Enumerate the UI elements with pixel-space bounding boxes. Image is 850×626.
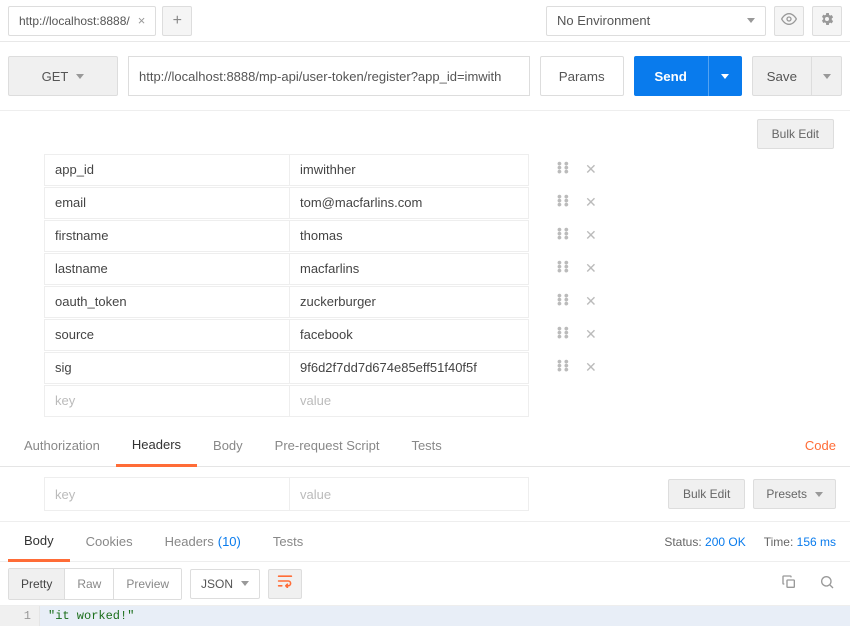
- chevron-down-icon: [241, 581, 249, 586]
- param-row: •••••• ✕: [44, 285, 842, 318]
- param-row: •••••• ✕: [44, 318, 842, 351]
- tab-body[interactable]: Body: [197, 425, 259, 467]
- drag-handle-icon[interactable]: ••••••: [557, 227, 567, 244]
- tab-tests[interactable]: Tests: [395, 425, 457, 467]
- format-select[interactable]: JSON: [190, 569, 260, 599]
- presets-label: Presets: [766, 487, 807, 501]
- tab-headers[interactable]: Headers: [116, 425, 197, 467]
- param-value-input[interactable]: [289, 220, 529, 252]
- params-button[interactable]: Params: [540, 56, 624, 96]
- delete-icon[interactable]: ✕: [585, 227, 597, 244]
- response-body: 1 "it worked!": [0, 606, 850, 626]
- drag-handle-icon[interactable]: ••••••: [557, 260, 567, 277]
- chevron-down-icon: [721, 74, 729, 79]
- param-value-input[interactable]: [289, 352, 529, 384]
- copy-icon: [781, 574, 797, 593]
- request-tab[interactable]: http://localhost:8888/ ×: [8, 6, 156, 36]
- response-tab-cookies[interactable]: Cookies: [70, 522, 149, 562]
- param-key-input[interactable]: [44, 154, 289, 186]
- header-key-input[interactable]: [44, 477, 289, 511]
- param-row: •••••• ✕: [44, 252, 842, 285]
- search-icon: [819, 574, 835, 593]
- add-tab-button[interactable]: +: [162, 6, 192, 36]
- response-tab-body[interactable]: Body: [8, 522, 70, 562]
- request-tab-title: http://localhost:8888/: [19, 14, 130, 28]
- presets-button[interactable]: Presets: [753, 479, 836, 509]
- url-input[interactable]: [128, 56, 530, 96]
- param-key-input[interactable]: [44, 319, 289, 351]
- param-key-input[interactable]: [44, 352, 289, 384]
- method-select[interactable]: GET: [8, 56, 118, 96]
- drag-handle-icon[interactable]: ••••••: [557, 161, 567, 178]
- time-container: Time: 156 ms: [764, 535, 836, 549]
- param-value-input-new[interactable]: [289, 385, 529, 417]
- line-number: 1: [0, 606, 40, 626]
- wrap-lines-button[interactable]: [268, 569, 302, 599]
- status-container: Status: 200 OK: [664, 535, 745, 549]
- param-value-input[interactable]: [289, 154, 529, 186]
- chevron-down-icon: [815, 492, 823, 497]
- response-content: "it worked!": [40, 606, 850, 626]
- time-label: Time:: [764, 535, 794, 549]
- send-button[interactable]: Send: [634, 56, 708, 96]
- param-value-input[interactable]: [289, 319, 529, 351]
- wrap-icon: [277, 574, 293, 593]
- param-row: •••••• ✕: [44, 219, 842, 252]
- environment-label: No Environment: [557, 13, 650, 28]
- send-dropdown-button[interactable]: [708, 56, 742, 96]
- status-value: 200 OK: [705, 535, 746, 549]
- param-key-input[interactable]: [44, 253, 289, 285]
- view-pretty-button[interactable]: Pretty: [9, 569, 64, 599]
- delete-icon[interactable]: ✕: [585, 260, 597, 277]
- delete-icon[interactable]: ✕: [585, 194, 597, 211]
- param-key-input-new[interactable]: [44, 385, 289, 417]
- environment-preview-button[interactable]: [774, 6, 804, 36]
- close-icon[interactable]: ×: [138, 13, 146, 28]
- view-raw-button[interactable]: Raw: [64, 569, 113, 599]
- format-label: JSON: [201, 577, 233, 591]
- delete-icon[interactable]: ✕: [585, 326, 597, 343]
- gear-icon: [819, 11, 835, 30]
- param-value-input[interactable]: [289, 187, 529, 219]
- environment-select[interactable]: No Environment: [546, 6, 766, 36]
- response-headers-label: Headers: [165, 534, 214, 549]
- settings-button[interactable]: [812, 6, 842, 36]
- copy-button[interactable]: [774, 569, 804, 599]
- drag-handle-icon[interactable]: ••••••: [557, 359, 567, 376]
- response-tab-headers[interactable]: Headers (10): [149, 522, 257, 562]
- param-key-input[interactable]: [44, 187, 289, 219]
- save-dropdown-button[interactable]: [812, 56, 842, 96]
- view-preview-button[interactable]: Preview: [113, 569, 181, 599]
- param-key-input[interactable]: [44, 286, 289, 318]
- param-value-input[interactable]: [289, 286, 529, 318]
- param-value-input[interactable]: [289, 253, 529, 285]
- tab-authorization[interactable]: Authorization: [8, 425, 116, 467]
- param-row: •••••• ✕: [44, 351, 842, 384]
- drag-handle-icon[interactable]: ••••••: [557, 194, 567, 211]
- eye-icon: [781, 11, 797, 30]
- param-row: •••••• ✕: [44, 186, 842, 219]
- drag-handle-icon[interactable]: ••••••: [557, 326, 567, 343]
- chevron-down-icon: [823, 74, 831, 79]
- chevron-down-icon: [747, 18, 755, 23]
- response-tab-tests[interactable]: Tests: [257, 522, 319, 562]
- delete-icon[interactable]: ✕: [585, 161, 597, 178]
- delete-icon[interactable]: ✕: [585, 359, 597, 376]
- param-key-input[interactable]: [44, 220, 289, 252]
- search-button[interactable]: [812, 569, 842, 599]
- time-value: 156 ms: [797, 535, 836, 549]
- save-button[interactable]: Save: [752, 56, 812, 96]
- delete-icon[interactable]: ✕: [585, 293, 597, 310]
- drag-handle-icon[interactable]: ••••••: [557, 293, 567, 310]
- bulk-edit-button[interactable]: Bulk Edit: [757, 119, 834, 149]
- response-headers-count: (10): [218, 534, 241, 549]
- param-row: •••••• ✕: [44, 153, 842, 186]
- chevron-down-icon: [76, 74, 84, 79]
- status-label: Status:: [664, 535, 701, 549]
- code-link[interactable]: Code: [805, 438, 842, 453]
- method-label: GET: [42, 69, 69, 84]
- headers-bulk-edit-button[interactable]: Bulk Edit: [668, 479, 745, 509]
- tab-pre-request[interactable]: Pre-request Script: [259, 425, 396, 467]
- header-value-input[interactable]: [289, 477, 529, 511]
